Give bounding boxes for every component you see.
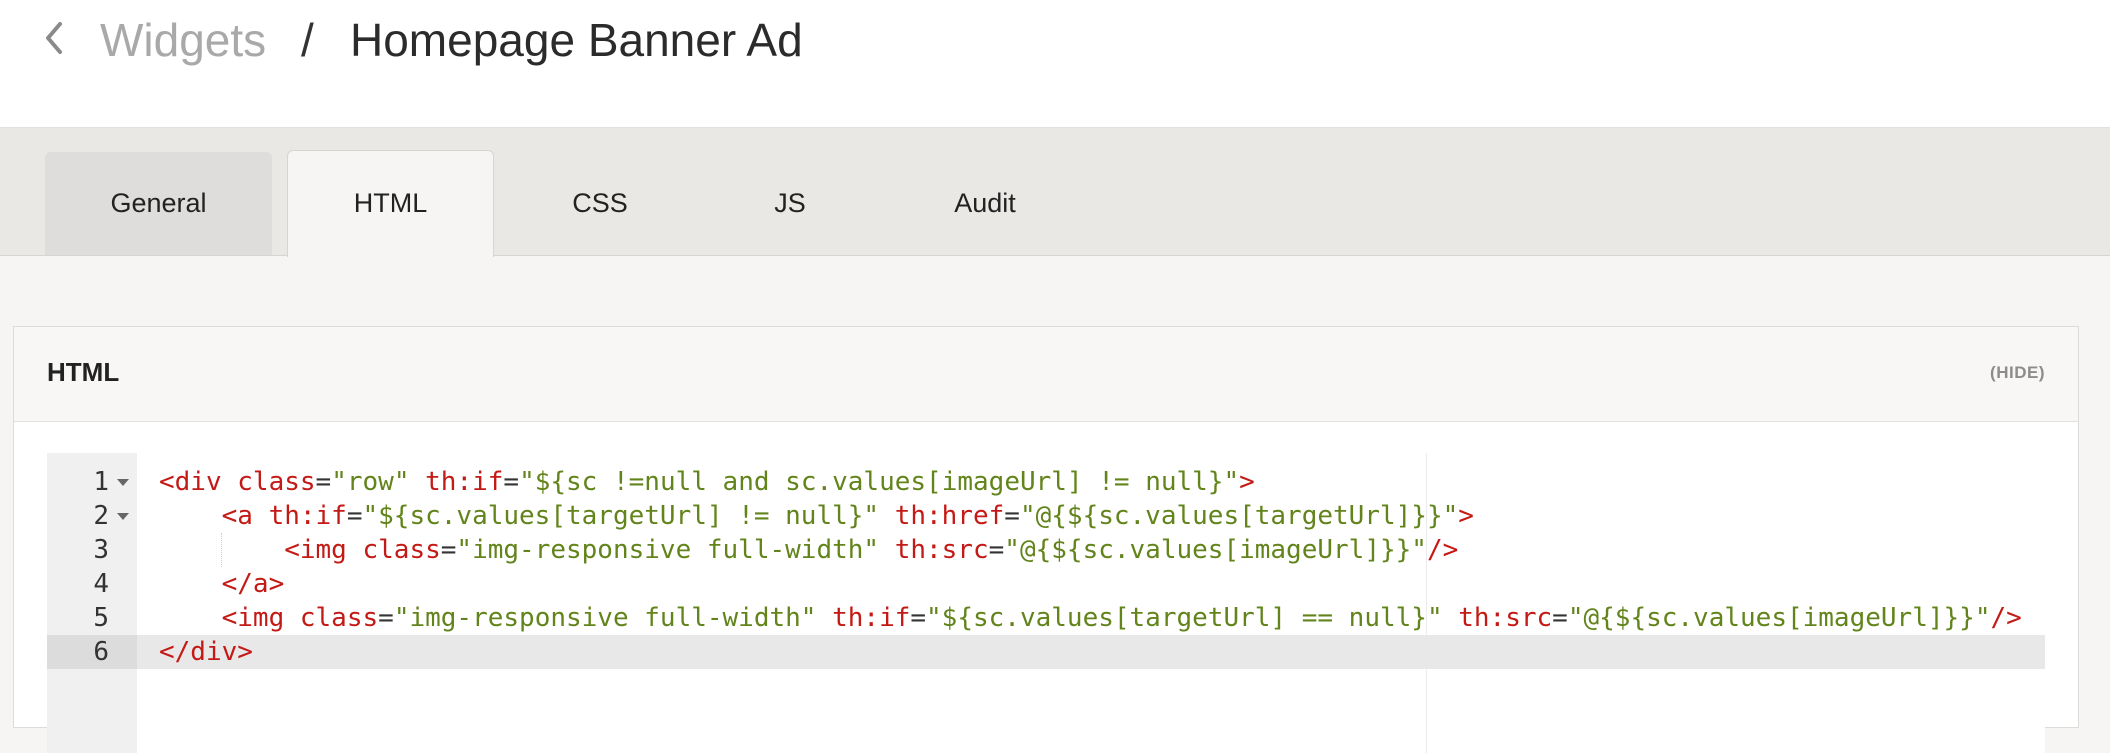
code-line[interactable]: 4 </a> bbox=[47, 567, 2045, 601]
line-number: 3 bbox=[93, 535, 109, 565]
code-text: </div> bbox=[159, 637, 253, 667]
line-number: 5 bbox=[93, 603, 109, 633]
code-line[interactable]: 1 <div class="row" th:if="${sc !=null and… bbox=[47, 465, 2045, 499]
tab-general[interactable]: General bbox=[45, 152, 272, 255]
code-text: <div class="row" th:if="${sc !=null and … bbox=[159, 467, 1255, 497]
code-text: <img class="img-responsive full-width" t… bbox=[159, 535, 1459, 565]
tab-css[interactable]: CSS bbox=[520, 152, 680, 255]
panel-header: HTML (HIDE) bbox=[14, 327, 2078, 422]
chevron-left-icon[interactable] bbox=[38, 16, 78, 60]
tab-audit[interactable]: Audit bbox=[905, 152, 1065, 255]
hide-panel-button[interactable]: (HIDE) bbox=[1990, 363, 2045, 383]
code-text: </a> bbox=[159, 569, 285, 599]
code-editor[interactable]: 1 <div class="row" th:if="${sc !=null and… bbox=[47, 453, 2045, 753]
panel-title: HTML bbox=[47, 357, 120, 387]
tab-js[interactable]: JS bbox=[710, 152, 870, 255]
fold-arrow-icon[interactable] bbox=[117, 479, 129, 486]
line-number: 4 bbox=[93, 569, 109, 599]
breadcrumb-separator: / bbox=[301, 14, 314, 66]
code-text: <a th:if="${sc.values[targetUrl] != null… bbox=[159, 501, 1474, 531]
html-panel: HTML (HIDE) 1 <div class="row" th:if="${s… bbox=[13, 326, 2079, 753]
code-line[interactable]: 6 </div> bbox=[47, 635, 2045, 669]
code-line[interactable]: 5 <img class="img-responsive full-width"… bbox=[47, 601, 2045, 635]
breadcrumb-widgets-link[interactable]: Widgets bbox=[100, 12, 266, 68]
code-line[interactable]: 2 <a th:if="${sc.values[targetUrl] != nu… bbox=[47, 499, 2045, 533]
code-text: <img class="img-responsive full-width" t… bbox=[159, 603, 2022, 633]
line-number: 6 bbox=[47, 635, 137, 669]
code-line[interactable]: 3 <img class="img-responsive full-width"… bbox=[47, 533, 2045, 567]
tab-bar: General HTML CSS JS Audit bbox=[0, 128, 2110, 257]
tab-html[interactable]: HTML bbox=[287, 150, 494, 257]
page-header: Widgets / Homepage Banner Ad bbox=[0, 0, 2110, 128]
page-title: Homepage Banner Ad bbox=[350, 14, 803, 66]
fold-arrow-icon[interactable] bbox=[117, 513, 129, 520]
